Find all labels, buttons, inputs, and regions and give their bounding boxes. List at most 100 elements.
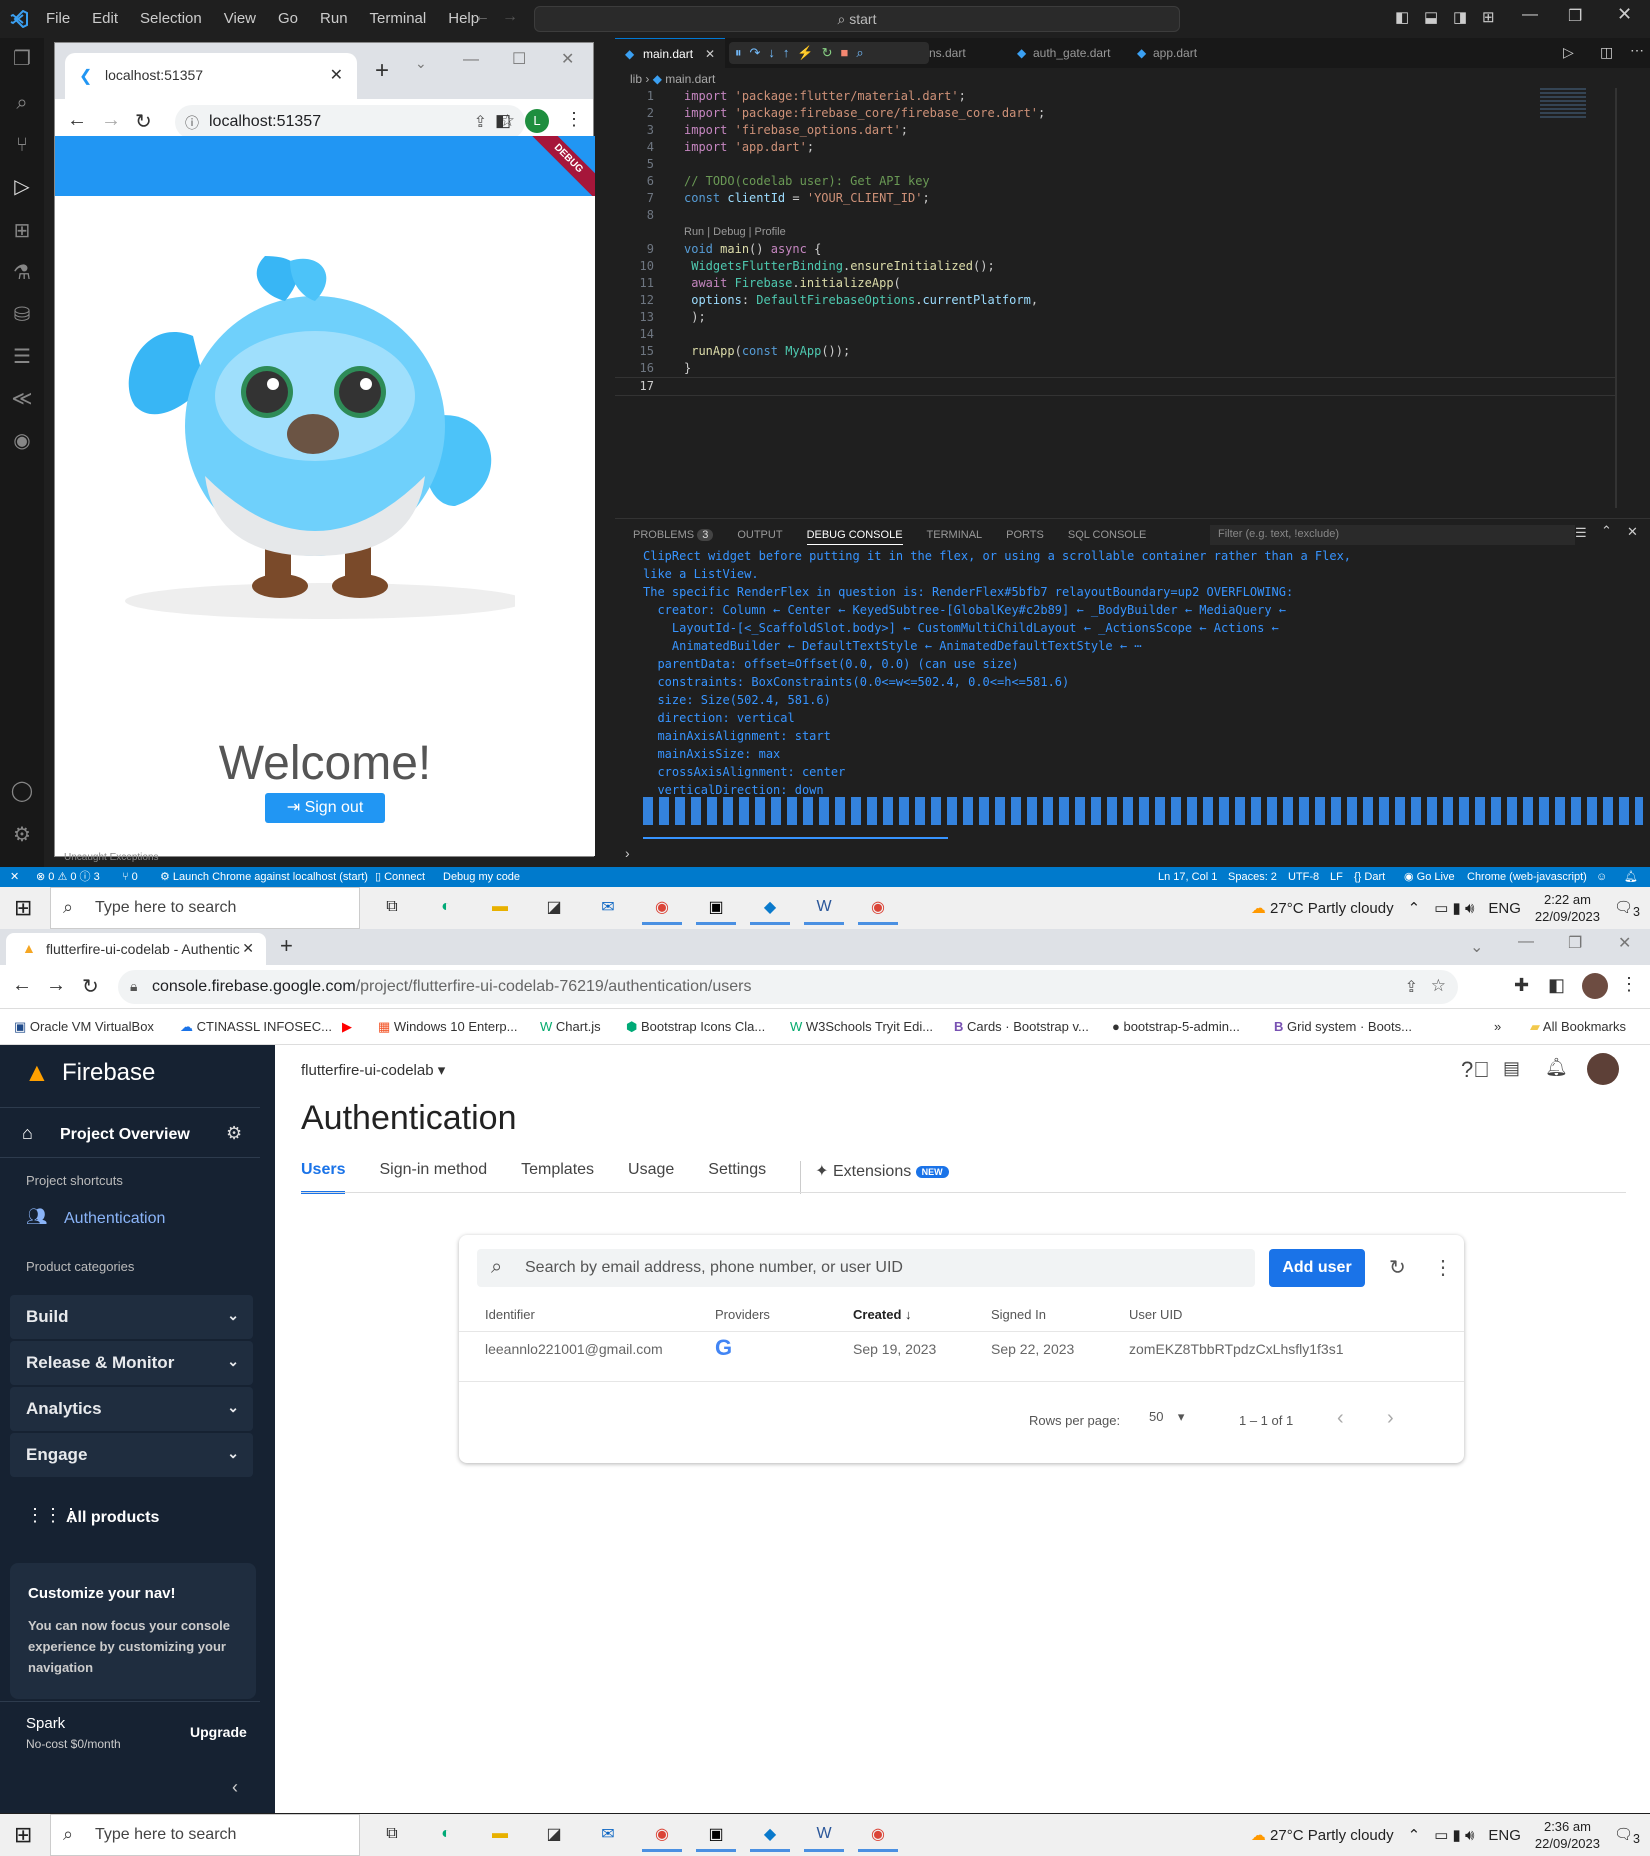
toggle-secondary-sidebar-icon[interactable]: ◨ <box>1453 8 1467 26</box>
indentation[interactable]: Spaces: 2 <box>1228 867 1277 887</box>
edge-icon[interactable]: ◐ <box>426 1818 466 1852</box>
firebase-brand[interactable]: Firebase <box>62 1059 155 1087</box>
minimize-icon[interactable]: — <box>1518 933 1534 951</box>
explorer-icon[interactable]: ❐ <box>9 46 35 72</box>
bookmark-star-icon[interactable]: ☆ <box>1431 976 1446 996</box>
bookmark-chartjs[interactable]: W Chart.js <box>540 1019 601 1034</box>
windows-start-icon[interactable]: ⊞ <box>14 1822 32 1848</box>
new-tab-icon[interactable]: + <box>280 933 293 959</box>
lock-icon[interactable]: 🔒︎ <box>130 978 137 995</box>
minimap[interactable] <box>1540 88 1586 118</box>
tray-overflow-icon[interactable]: ⌃ <box>1408 899 1421 917</box>
new-tab-icon[interactable]: + <box>375 57 389 85</box>
database-icon[interactable]: ⛁ <box>9 302 35 328</box>
nav-forward-icon[interactable]: → <box>502 8 518 26</box>
bookmark-ctinassl[interactable]: ☁ CTINASSL INFOSEC... <box>180 1019 332 1035</box>
restore-icon[interactable]: ❐ <box>1568 933 1582 953</box>
account-avatar[interactable] <box>1587 1053 1619 1085</box>
sql-icon[interactable]: ☰ <box>9 344 35 370</box>
nav-back-icon[interactable]: ← <box>474 8 490 26</box>
close-icon[interactable]: ✕ <box>1617 4 1632 25</box>
uncaught-exceptions-label[interactable]: Uncaught Exceptions <box>64 852 159 863</box>
project-overview-link[interactable]: Project Overview <box>60 1126 190 1144</box>
testing-icon[interactable]: ⚗ <box>9 260 35 286</box>
search-icon[interactable]: ⌕ <box>9 90 35 116</box>
bookmark-cards[interactable]: B Cards · Bootstrap v... <box>954 1019 1089 1034</box>
inspect-icon[interactable]: ⌕ <box>856 45 871 60</box>
restart-icon[interactable]: ↻ <box>822 45 841 60</box>
tab-search-icon[interactable]: ⌄ <box>1470 937 1483 957</box>
tab-sql-console[interactable]: SQL CONSOLE <box>1068 529 1146 545</box>
remote-icon[interactable]: ✕ <box>10 867 19 887</box>
back-icon[interactable]: ← <box>67 109 87 132</box>
terminal-icon[interactable]: ▣ <box>696 891 736 925</box>
task-view-icon[interactable]: ⧉ <box>372 1818 412 1852</box>
console-input-prompt[interactable]: › <box>625 845 630 861</box>
debug-my-code-status[interactable]: Debug my code <box>443 867 520 887</box>
tab-debug-console[interactable]: DEBUG CONSOLE <box>806 529 903 545</box>
notifications-icon[interactable]: 🔔︎ <box>1624 867 1638 887</box>
back-icon[interactable]: ← <box>12 974 32 997</box>
clear-console-icon[interactable]: ☰ <box>1575 525 1587 541</box>
restore-icon[interactable]: ❐ <box>1568 6 1582 26</box>
menu-edit[interactable]: Edit <box>92 10 118 27</box>
menu-terminal[interactable]: Terminal <box>370 10 427 27</box>
tab-ns-dart[interactable]: ns.dart <box>915 38 966 68</box>
chrome-profile-icon[interactable]: ◉ <box>642 891 682 925</box>
user-search-input[interactable]: ⌕ Search by email address, phone number,… <box>477 1249 1255 1287</box>
more-options-icon[interactable]: ⋮ <box>1433 1255 1453 1280</box>
language-indicator[interactable]: ENG <box>1488 1827 1521 1844</box>
action-center-icon[interactable]: 🗨︎3 <box>1614 1825 1640 1846</box>
taskbar-search[interactable]: ⌕ Type here to search <box>50 887 360 929</box>
accounts-icon[interactable]: ☺ <box>1596 867 1607 887</box>
settings-gear-icon[interactable]: ⚙ <box>9 822 35 848</box>
tab-app-dart[interactable]: ◆ app.dart <box>1125 38 1197 68</box>
code-editor[interactable]: 1 import 'package:flutter/material.dart';… <box>615 88 1615 396</box>
cursor-position[interactable]: Ln 17, Col 1 <box>1158 867 1217 887</box>
weather-widget[interactable]: ☁ 27°C Partly cloudy <box>1251 899 1394 917</box>
site-info-icon[interactable]: ⓘ <box>185 113 199 133</box>
toggle-sidebar-icon[interactable]: ◧ <box>1395 8 1409 26</box>
sticky-notes-icon[interactable]: ◪ <box>534 1818 574 1852</box>
close-window-icon[interactable]: ✕ <box>561 49 574 69</box>
prev-page-icon[interactable]: ‹ <box>1337 1407 1344 1430</box>
tab-users[interactable]: Users <box>301 1161 346 1194</box>
edge-icon[interactable]: ◐ <box>426 891 466 925</box>
tab-main-dart[interactable]: ◆ main.dart ✕ <box>615 38 725 68</box>
nav-release-monitor[interactable]: Release & Monitor ⌄ <box>10 1341 253 1385</box>
step-over-icon[interactable]: ↷ <box>750 45 769 60</box>
minimize-icon[interactable]: — <box>463 51 479 69</box>
tab-output[interactable]: OUTPUT <box>737 529 782 545</box>
launch-config-status[interactable]: ⚙ Launch Chrome against localhost (start… <box>160 867 368 887</box>
menu-file[interactable]: File <box>46 10 70 27</box>
share-icon[interactable]: ⇪ <box>474 112 487 132</box>
terminal-icon[interactable]: ▣ <box>696 1818 736 1852</box>
bookmark-w3schools[interactable]: W W3Schools Tryit Edi... <box>790 1019 933 1034</box>
customize-layout-icon[interactable]: ⊞ <box>1482 8 1495 26</box>
refresh-icon[interactable]: ↻ <box>1389 1255 1406 1280</box>
chrome-menu-icon[interactable]: ⋮ <box>565 109 583 130</box>
browser-tab-firebase[interactable]: ▲ flutterfire-ui-codelab - Authentic ✕ <box>6 933 266 965</box>
vscode-taskbar-icon[interactable]: ◆ <box>750 1818 790 1852</box>
notifications-bell-icon[interactable]: 🔔︎ <box>1545 1057 1568 1078</box>
bookmark-grid[interactable]: B Grid system · Boots... <box>1274 1019 1412 1034</box>
line-ending[interactable]: LF <box>1330 867 1343 887</box>
tab-ports[interactable]: PORTS <box>1006 529 1044 545</box>
tab-terminal[interactable]: TERMINAL <box>927 529 983 545</box>
vscode-taskbar-icon[interactable]: ◆ <box>750 891 790 925</box>
run-icon[interactable]: ▷ <box>1563 44 1574 61</box>
task-view-icon[interactable]: ⧉ <box>372 891 412 925</box>
side-panel-icon[interactable]: ◧ <box>1548 975 1565 996</box>
flutter-icon[interactable]: ≪ <box>9 386 35 412</box>
mail-icon[interactable]: ✉ <box>588 1818 628 1852</box>
tab-sign-in-method[interactable]: Sign-in method <box>379 1161 487 1194</box>
collapse-sidebar-icon[interactable]: ‹ <box>232 1777 238 1798</box>
hot-reload-icon[interactable]: ⚡ <box>797 45 821 60</box>
stop-icon[interactable]: ■ <box>841 45 857 60</box>
console-scrollbar[interactable] <box>643 837 948 839</box>
language-mode[interactable]: {} Dart <box>1354 867 1385 887</box>
reload-icon[interactable]: ↻ <box>82 974 99 999</box>
next-page-icon[interactable]: › <box>1387 1407 1394 1430</box>
settings-gear-icon[interactable]: ⚙ <box>226 1123 242 1144</box>
problems-status[interactable]: ⊗ 0 ⚠ 0 ⓘ 3 <box>36 867 100 887</box>
